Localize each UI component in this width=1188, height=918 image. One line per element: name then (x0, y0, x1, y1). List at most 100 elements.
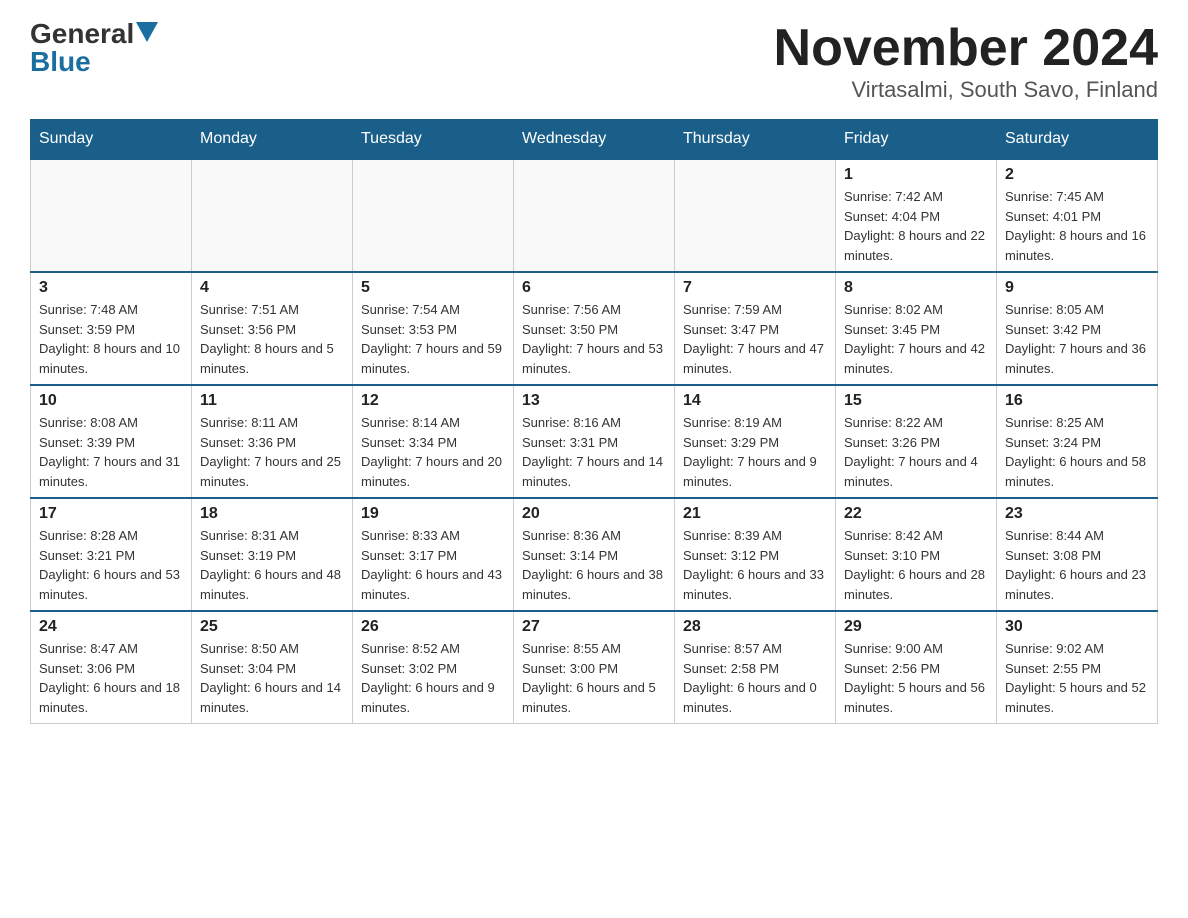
calendar-cell (192, 159, 353, 272)
header-sunday: Sunday (31, 120, 192, 160)
day-number: 24 (39, 618, 183, 636)
day-number: 3 (39, 279, 183, 297)
day-info: Sunrise: 8:57 AM Sunset: 2:58 PM Dayligh… (683, 639, 827, 717)
day-number: 2 (1005, 166, 1149, 184)
calendar-cell: 22 Sunrise: 8:42 AM Sunset: 3:10 PM Dayli… (836, 498, 997, 611)
day-info: Sunrise: 8:44 AM Sunset: 3:08 PM Dayligh… (1005, 526, 1149, 604)
day-info: Sunrise: 8:28 AM Sunset: 3:21 PM Dayligh… (39, 526, 183, 604)
day-info: Sunrise: 8:05 AM Sunset: 3:42 PM Dayligh… (1005, 300, 1149, 378)
calendar-cell: 19 Sunrise: 8:33 AM Sunset: 3:17 PM Dayli… (353, 498, 514, 611)
calendar-week-4: 17 Sunrise: 8:28 AM Sunset: 3:21 PM Dayli… (31, 498, 1158, 611)
calendar-cell: 3 Sunrise: 7:48 AM Sunset: 3:59 PM Daylig… (31, 272, 192, 385)
header-thursday: Thursday (675, 120, 836, 160)
day-number: 22 (844, 505, 988, 523)
calendar-cell: 16 Sunrise: 8:25 AM Sunset: 3:24 PM Dayli… (997, 385, 1158, 498)
day-info: Sunrise: 7:48 AM Sunset: 3:59 PM Dayligh… (39, 300, 183, 378)
day-number: 19 (361, 505, 505, 523)
day-number: 28 (683, 618, 827, 636)
calendar-week-2: 3 Sunrise: 7:48 AM Sunset: 3:59 PM Daylig… (31, 272, 1158, 385)
day-number: 11 (200, 392, 344, 410)
calendar-body: 1Sunrise: 7:42 AM Sunset: 4:04 PM Daylig… (31, 159, 1158, 724)
day-number: 13 (522, 392, 666, 410)
header-tuesday: Tuesday (353, 120, 514, 160)
day-number: 1 (844, 166, 988, 184)
calendar-header: Sunday Monday Tuesday Wednesday Thursday… (31, 120, 1158, 160)
calendar-cell (675, 159, 836, 272)
calendar-cell: 13Sunrise: 8:16 AM Sunset: 3:31 PM Dayli… (514, 385, 675, 498)
day-info: Sunrise: 8:25 AM Sunset: 3:24 PM Dayligh… (1005, 413, 1149, 491)
calendar-cell: 10 Sunrise: 8:08 AM Sunset: 3:39 PM Dayli… (31, 385, 192, 498)
calendar-cell: 28 Sunrise: 8:57 AM Sunset: 2:58 PM Dayli… (675, 611, 836, 724)
day-number: 26 (361, 618, 505, 636)
day-info: Sunrise: 8:36 AM Sunset: 3:14 PM Dayligh… (522, 526, 666, 604)
day-number: 20 (522, 505, 666, 523)
calendar-cell: 27 Sunrise: 8:55 AM Sunset: 3:00 PM Dayli… (514, 611, 675, 724)
day-number: 27 (522, 618, 666, 636)
calendar-cell: 30Sunrise: 9:02 AM Sunset: 2:55 PM Dayli… (997, 611, 1158, 724)
header-friday: Friday (836, 120, 997, 160)
day-number: 23 (1005, 505, 1149, 523)
day-info: Sunrise: 9:02 AM Sunset: 2:55 PM Dayligh… (1005, 639, 1149, 717)
header-row: Sunday Monday Tuesday Wednesday Thursday… (31, 120, 1158, 160)
day-info: Sunrise: 9:00 AM Sunset: 2:56 PM Dayligh… (844, 639, 988, 717)
calendar-cell: 4 Sunrise: 7:51 AM Sunset: 3:56 PM Daylig… (192, 272, 353, 385)
day-info: Sunrise: 8:55 AM Sunset: 3:00 PM Dayligh… (522, 639, 666, 717)
logo-blue: Blue (30, 46, 91, 78)
day-info: Sunrise: 8:50 AM Sunset: 3:04 PM Dayligh… (200, 639, 344, 717)
calendar-cell: 17 Sunrise: 8:28 AM Sunset: 3:21 PM Dayli… (31, 498, 192, 611)
day-number: 7 (683, 279, 827, 297)
calendar-cell: 6 Sunrise: 7:56 AM Sunset: 3:50 PM Daylig… (514, 272, 675, 385)
calendar-cell: 14Sunrise: 8:19 AM Sunset: 3:29 PM Dayli… (675, 385, 836, 498)
title-block: November 2024 Virtasalmi, South Savo, Fi… (774, 20, 1158, 103)
day-number: 16 (1005, 392, 1149, 410)
day-info: Sunrise: 8:42 AM Sunset: 3:10 PM Dayligh… (844, 526, 988, 604)
logo: General Blue (30, 20, 158, 78)
calendar-week-1: 1Sunrise: 7:42 AM Sunset: 4:04 PM Daylig… (31, 159, 1158, 272)
calendar-cell (353, 159, 514, 272)
header-wednesday: Wednesday (514, 120, 675, 160)
day-info: Sunrise: 8:33 AM Sunset: 3:17 PM Dayligh… (361, 526, 505, 604)
calendar-cell: 5Sunrise: 7:54 AM Sunset: 3:53 PM Daylig… (353, 272, 514, 385)
day-info: Sunrise: 8:19 AM Sunset: 3:29 PM Dayligh… (683, 413, 827, 491)
day-info: Sunrise: 7:51 AM Sunset: 3:56 PM Dayligh… (200, 300, 344, 378)
header-saturday: Saturday (997, 120, 1158, 160)
day-number: 18 (200, 505, 344, 523)
calendar-cell: 12 Sunrise: 8:14 AM Sunset: 3:34 PM Dayli… (353, 385, 514, 498)
day-number: 15 (844, 392, 988, 410)
calendar-cell: 20 Sunrise: 8:36 AM Sunset: 3:14 PM Dayli… (514, 498, 675, 611)
day-info: Sunrise: 7:45 AM Sunset: 4:01 PM Dayligh… (1005, 187, 1149, 265)
calendar-week-5: 24 Sunrise: 8:47 AM Sunset: 3:06 PM Dayli… (31, 611, 1158, 724)
calendar-cell: 21Sunrise: 8:39 AM Sunset: 3:12 PM Dayli… (675, 498, 836, 611)
page-header: General Blue November 2024 Virtasalmi, S… (30, 20, 1158, 103)
calendar-cell: 25 Sunrise: 8:50 AM Sunset: 3:04 PM Dayli… (192, 611, 353, 724)
day-number: 12 (361, 392, 505, 410)
calendar-cell (31, 159, 192, 272)
day-info: Sunrise: 8:22 AM Sunset: 3:26 PM Dayligh… (844, 413, 988, 491)
day-number: 4 (200, 279, 344, 297)
day-info: Sunrise: 8:47 AM Sunset: 3:06 PM Dayligh… (39, 639, 183, 717)
calendar-cell: 23 Sunrise: 8:44 AM Sunset: 3:08 PM Dayli… (997, 498, 1158, 611)
calendar-week-3: 10 Sunrise: 8:08 AM Sunset: 3:39 PM Dayli… (31, 385, 1158, 498)
calendar-cell: 26 Sunrise: 8:52 AM Sunset: 3:02 PM Dayli… (353, 611, 514, 724)
calendar-cell: 24 Sunrise: 8:47 AM Sunset: 3:06 PM Dayli… (31, 611, 192, 724)
day-number: 8 (844, 279, 988, 297)
day-info: Sunrise: 8:08 AM Sunset: 3:39 PM Dayligh… (39, 413, 183, 491)
logo-general: General (30, 20, 134, 48)
day-info: Sunrise: 8:02 AM Sunset: 3:45 PM Dayligh… (844, 300, 988, 378)
day-info: Sunrise: 8:14 AM Sunset: 3:34 PM Dayligh… (361, 413, 505, 491)
day-number: 6 (522, 279, 666, 297)
calendar-table: Sunday Monday Tuesday Wednesday Thursday… (30, 119, 1158, 724)
day-number: 25 (200, 618, 344, 636)
day-info: Sunrise: 8:52 AM Sunset: 3:02 PM Dayligh… (361, 639, 505, 717)
day-info: Sunrise: 8:31 AM Sunset: 3:19 PM Dayligh… (200, 526, 344, 604)
logo-icon (136, 22, 158, 42)
day-info: Sunrise: 7:56 AM Sunset: 3:50 PM Dayligh… (522, 300, 666, 378)
calendar-cell: 1Sunrise: 7:42 AM Sunset: 4:04 PM Daylig… (836, 159, 997, 272)
calendar-cell: 15 Sunrise: 8:22 AM Sunset: 3:26 PM Dayli… (836, 385, 997, 498)
calendar-cell: 8 Sunrise: 8:02 AM Sunset: 3:45 PM Daylig… (836, 272, 997, 385)
day-info: Sunrise: 7:59 AM Sunset: 3:47 PM Dayligh… (683, 300, 827, 378)
header-monday: Monday (192, 120, 353, 160)
calendar-cell: 11Sunrise: 8:11 AM Sunset: 3:36 PM Dayli… (192, 385, 353, 498)
day-number: 17 (39, 505, 183, 523)
day-number: 10 (39, 392, 183, 410)
